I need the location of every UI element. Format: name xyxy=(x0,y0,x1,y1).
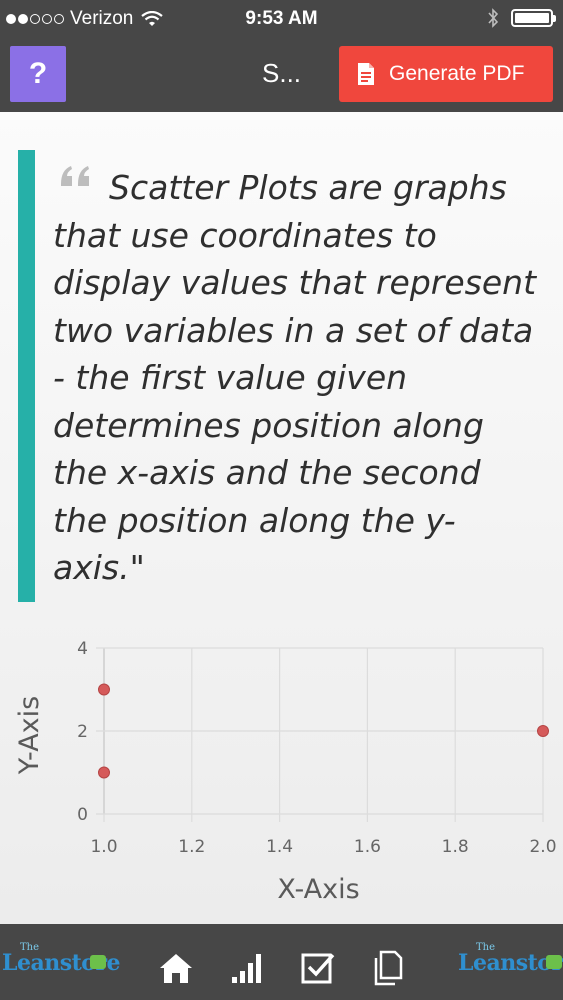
data-point xyxy=(98,766,110,779)
leanstore-logo-left: The Leanstore xyxy=(2,942,121,984)
x-tick-label: 1.8 xyxy=(442,837,469,857)
y-axis-title: Y-Axis xyxy=(14,696,45,775)
chart-ticks: 1.0 1.2 1.4 1.6 1.8 2.0 0 2 4 xyxy=(77,639,556,857)
x-tick-label: 1.4 xyxy=(266,837,293,857)
quote-accent-bar xyxy=(18,150,35,602)
x-tick-label: 1.0 xyxy=(90,837,117,857)
cart-icon xyxy=(90,955,106,969)
checkbox-icon[interactable] xyxy=(300,950,336,986)
x-tick-label: 2.0 xyxy=(529,837,556,857)
quote-text: Scatter Plots are graphs that use coordi… xyxy=(53,168,537,587)
y-tick-label: 4 xyxy=(77,639,88,659)
help-button[interactable]: ? xyxy=(10,46,66,102)
bar-chart-icon[interactable] xyxy=(229,950,265,986)
cart-icon xyxy=(546,955,562,969)
chart-grid xyxy=(96,647,544,822)
x-axis-title: X-Axis xyxy=(277,874,359,905)
status-bar: Verizon 9:53 AM xyxy=(0,0,563,40)
y-tick-label: 2 xyxy=(77,722,88,742)
document-icon xyxy=(358,63,374,85)
y-tick-label: 0 xyxy=(77,805,88,825)
leanstore-logo-right: The Leanstore xyxy=(458,942,563,984)
scatter-chart: 1.0 1.2 1.4 1.6 1.8 2.0 0 2 4 X-Axis Y-Axis xyxy=(14,639,557,905)
documents-icon[interactable] xyxy=(371,950,407,986)
x-tick-label: 1.2 xyxy=(178,837,205,857)
status-right xyxy=(487,8,556,28)
status-time: 9:53 AM xyxy=(245,8,318,29)
generate-pdf-label: Generate PDF xyxy=(389,62,525,85)
data-point xyxy=(98,683,110,696)
x-tick-label: 1.6 xyxy=(354,837,381,857)
home-icon[interactable] xyxy=(158,950,194,986)
data-point xyxy=(537,725,549,737)
battery-icon xyxy=(511,9,556,27)
nav-bar: ? S... Generate PDF xyxy=(0,40,563,112)
generate-pdf-button[interactable]: Generate PDF xyxy=(339,46,553,102)
bluetooth-icon xyxy=(488,8,499,28)
nav-title: S... xyxy=(262,58,302,88)
bottom-tab-bar: The Leanstore The Leanstore xyxy=(0,924,563,1000)
content-area: Scatter Plots are graphs that use coordi… xyxy=(0,112,563,924)
